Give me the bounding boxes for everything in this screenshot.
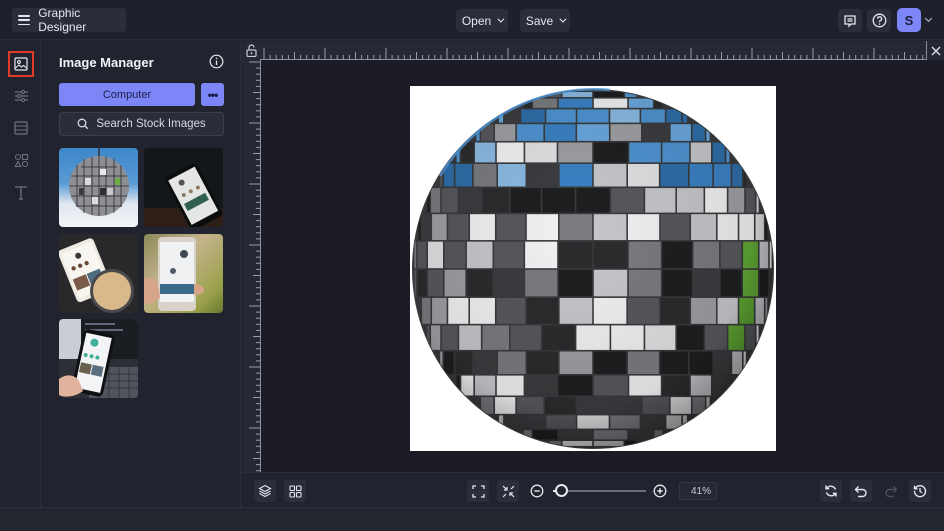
main-menu-button[interactable]: Graphic Designer xyxy=(12,6,126,34)
search-icon xyxy=(77,118,89,130)
layout-icon xyxy=(14,121,28,135)
chevron-down-icon xyxy=(559,15,567,23)
vertical-ruler[interactable] xyxy=(242,60,261,472)
zoom-level-input[interactable]: 41% xyxy=(679,482,717,500)
ruler-lock-button[interactable] xyxy=(242,41,260,60)
account-chevron-down-icon[interactable] xyxy=(924,14,933,23)
shrink-icon xyxy=(502,485,514,497)
image-thumbnail[interactable] xyxy=(59,319,138,398)
open-label: Open xyxy=(461,13,492,28)
image-manager-panel: Image Manager Computer ••• Search Stock … xyxy=(41,41,241,507)
image-thumbnail[interactable] xyxy=(59,234,138,313)
rail-item-layout[interactable] xyxy=(8,115,34,141)
rail-item-text[interactable] xyxy=(8,179,34,205)
comments-button[interactable] xyxy=(838,9,862,32)
phone-laptop-thumbnail-art xyxy=(59,319,138,398)
zoom-in-icon xyxy=(653,484,667,498)
redo-icon xyxy=(885,485,898,497)
search-stock-images-button[interactable]: Search Stock Images xyxy=(59,112,224,136)
search-stock-label: Search Stock Images xyxy=(96,118,206,130)
zoom-out-button[interactable] xyxy=(526,480,548,502)
grid-button[interactable] xyxy=(284,480,306,502)
canvas-workspace[interactable] xyxy=(242,41,944,472)
zoom-slider-track[interactable] xyxy=(562,490,646,492)
phone-hand-thumbnail-art xyxy=(144,237,204,311)
image-icon xyxy=(14,57,28,71)
rail-item-graphics[interactable] xyxy=(8,147,34,173)
sliders-icon xyxy=(14,89,28,103)
help-icon xyxy=(872,13,886,28)
reset-button[interactable] xyxy=(820,480,842,502)
undo-button[interactable] xyxy=(850,480,872,502)
undo-icon xyxy=(854,485,867,497)
phone-dark-thumbnail-art xyxy=(144,163,223,227)
phone-coffee-thumbnail-art xyxy=(59,238,134,313)
layers-icon xyxy=(258,484,272,498)
help-button[interactable] xyxy=(867,9,891,32)
comment-icon xyxy=(844,14,856,28)
app-title: Graphic Designer xyxy=(38,6,87,34)
text-icon xyxy=(15,185,27,200)
close-icon xyxy=(930,45,941,56)
tool-rail xyxy=(0,41,41,507)
chevron-down-icon xyxy=(497,15,505,23)
design-artboard[interactable] xyxy=(410,86,776,451)
shapes-icon xyxy=(13,153,28,167)
vertical-ruler-ticks xyxy=(249,61,261,472)
more-options-button[interactable]: ••• xyxy=(201,83,224,106)
zoom-slider-handle[interactable] xyxy=(555,484,569,497)
info-icon[interactable] xyxy=(209,54,224,69)
image-thumbnail[interactable] xyxy=(144,148,223,227)
image-thumbnail[interactable] xyxy=(59,148,138,227)
user-avatar[interactable]: S xyxy=(897,8,921,32)
rail-item-adjustments[interactable] xyxy=(8,83,34,109)
disco-ball-thumbnail-art xyxy=(69,148,129,216)
open-button[interactable]: Open xyxy=(456,9,508,32)
image-thumbnail[interactable] xyxy=(144,234,223,313)
panel-title: Image Manager xyxy=(59,55,154,70)
grid-icon xyxy=(288,484,302,498)
top-bar: Graphic Designer Open Save S xyxy=(0,0,944,40)
fit-screen-icon xyxy=(471,484,485,498)
redo-button[interactable] xyxy=(880,480,902,502)
zoom-in-button[interactable] xyxy=(649,480,671,502)
zoom-out-icon xyxy=(530,484,544,498)
fit-to-screen-button[interactable] xyxy=(467,480,489,502)
upload-computer-button[interactable]: Computer xyxy=(59,83,195,106)
horizontal-ruler-ticks xyxy=(263,48,924,60)
history-button[interactable] xyxy=(909,480,931,502)
history-icon xyxy=(913,485,927,498)
horizontal-ruler[interactable] xyxy=(260,41,926,60)
app-root: Graphic Designer Open Save S Image Manag… xyxy=(0,0,944,531)
status-footer xyxy=(0,507,944,531)
shrink-view-button[interactable] xyxy=(497,480,519,502)
unlock-icon xyxy=(245,44,257,57)
disco-ball-image[interactable] xyxy=(410,86,776,451)
bottom-toolbar: 41% xyxy=(242,472,944,507)
save-button[interactable]: Save xyxy=(520,9,570,32)
refresh-icon xyxy=(825,485,837,497)
close-rulers-button[interactable] xyxy=(926,41,944,60)
save-label: Save xyxy=(525,13,554,28)
layers-button[interactable] xyxy=(254,480,276,502)
rail-item-image-manager[interactable] xyxy=(8,51,34,77)
hamburger-menu-icon xyxy=(18,15,31,25)
